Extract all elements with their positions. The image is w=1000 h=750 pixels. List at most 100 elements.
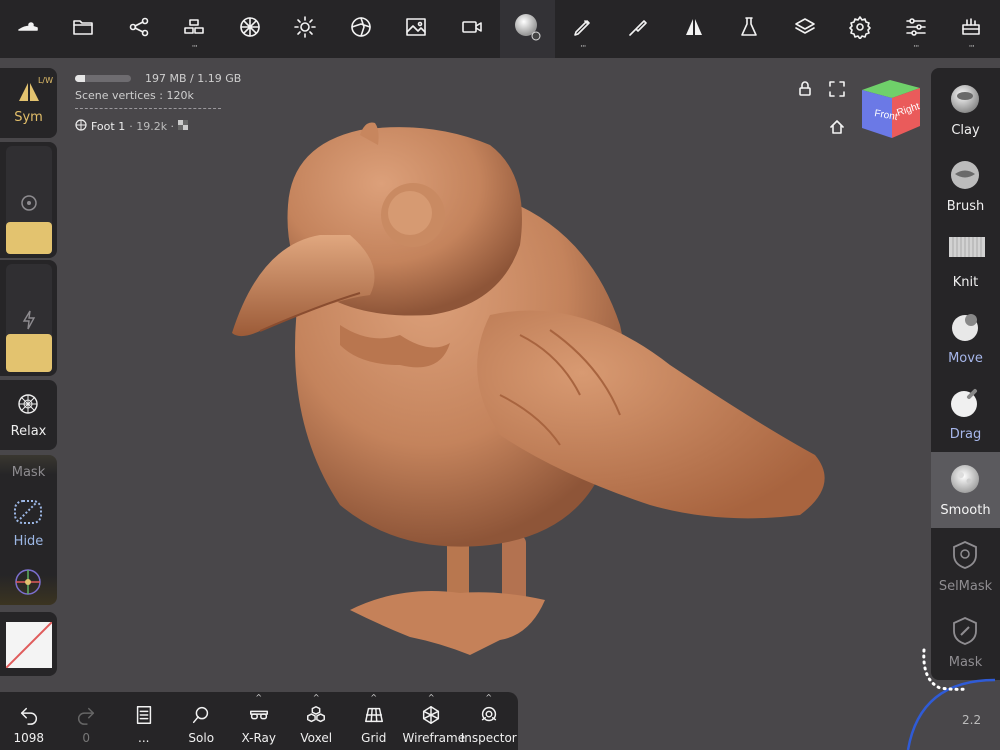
zoom-value: 2.2 <box>962 713 982 727</box>
relax-button[interactable]: Relax <box>0 380 57 450</box>
background-button[interactable] <box>389 0 445 58</box>
zoom-control[interactable] <box>900 640 1000 750</box>
mask-panel: Mask Hide <box>0 455 57 605</box>
tool-settings-icon <box>904 15 928 43</box>
lighting-button[interactable] <box>278 0 334 58</box>
inspector-button[interactable]: ^ Inspector <box>460 692 518 750</box>
layers-button[interactable] <box>777 0 833 58</box>
tool-move[interactable]: Move <box>931 300 1000 376</box>
tool-drag[interactable]: Drag <box>931 376 1000 452</box>
tool-label: Knit <box>952 275 979 290</box>
lock-icon[interactable] <box>796 80 814 98</box>
stroke-button[interactable]: ··· <box>555 0 611 58</box>
drag-sphere-icon <box>949 387 981 419</box>
tool-smooth[interactable]: Smooth <box>931 452 1000 528</box>
grid-button[interactable]: ^ Grid <box>345 692 403 750</box>
voxel-button[interactable]: ^ Voxel <box>288 692 346 750</box>
bottom-label: Voxel <box>300 731 333 745</box>
toolbox-icon <box>959 15 983 43</box>
scene-button[interactable] <box>111 0 167 58</box>
xray-icon <box>248 704 270 730</box>
expand-caret: ^ <box>312 693 320 702</box>
toolbox-button[interactable]: ··· <box>944 0 1000 58</box>
history-icon <box>133 704 155 730</box>
tool-label: Move <box>948 351 983 366</box>
camera-button[interactable] <box>444 0 500 58</box>
shading-icon <box>349 15 373 43</box>
intensity-slider[interactable] <box>6 264 52 372</box>
tool-label: Drag <box>949 427 982 442</box>
folder-icon <box>71 15 95 43</box>
sculpt-model[interactable] <box>200 115 840 665</box>
material-button[interactable] <box>722 0 778 58</box>
color-swatch-fill <box>6 622 52 668</box>
redo-count: 0 <box>82 731 91 745</box>
active-brush-icon <box>511 11 543 47</box>
hide-label[interactable]: Hide <box>0 534 57 549</box>
paint-icon <box>626 15 650 43</box>
clay-sphere-icon <box>949 83 981 115</box>
tool-clay[interactable]: Clay <box>931 72 1000 148</box>
more-dots: ··· <box>191 42 198 52</box>
bottom-label: ... <box>138 731 150 745</box>
background-image-icon <box>404 15 428 43</box>
local-world-label: L/W <box>37 76 53 85</box>
radius-icon <box>21 195 37 211</box>
expand-caret: ^ <box>255 693 263 702</box>
solo-icon <box>190 704 212 730</box>
xray-button[interactable]: ^ X-Ray <box>230 692 288 750</box>
bottom-toolbar: 1098 0 ... Solo ^ X-Ray ^ Voxel ^ Grid ^ Wirefram… <box>0 692 518 750</box>
shading-button[interactable] <box>333 0 389 58</box>
primitives-button[interactable]: ··· <box>167 0 223 58</box>
tool-settings-button[interactable]: ··· <box>888 0 944 58</box>
main-menu-button[interactable] <box>0 0 56 58</box>
more-dots: ··· <box>912 42 920 52</box>
fullscreen-icon[interactable] <box>828 80 846 98</box>
tool-label: Brush <box>946 199 985 214</box>
undo-button[interactable]: 1098 <box>0 692 58 750</box>
active-brush-button[interactable] <box>499 0 555 58</box>
tool-label: Clay <box>951 123 980 138</box>
undo-icon <box>18 704 40 730</box>
tool-label: Smooth <box>940 503 991 518</box>
redo-button[interactable]: 0 <box>58 692 116 750</box>
checker-icon <box>178 120 189 133</box>
top-toolbar: ··· ··· ··· ··· <box>0 0 1000 58</box>
tool-selmask[interactable]: SelMask <box>931 528 1000 604</box>
symmetry-button[interactable] <box>666 0 722 58</box>
topology-icon <box>238 15 262 43</box>
topology-button[interactable] <box>222 0 278 58</box>
radius-fill <box>6 222 52 254</box>
symmetry-icon <box>682 15 706 43</box>
move-sphere-icon <box>949 311 981 343</box>
tool-knit[interactable]: Knit <box>931 224 1000 300</box>
sym-label: Sym <box>14 110 43 125</box>
relax-label: Relax <box>10 424 47 439</box>
paint-button[interactable] <box>611 0 667 58</box>
radius-slider[interactable] <box>6 146 52 254</box>
history-button[interactable]: ... <box>115 692 173 750</box>
selmask-shield-icon <box>949 539 981 571</box>
primitives-icon <box>182 15 206 43</box>
expand-caret: ^ <box>485 693 493 702</box>
gizmo-icon[interactable] <box>13 567 43 597</box>
vertex-count: Scene vertices : 120k <box>75 89 194 102</box>
color-swatch[interactable] <box>0 612 57 676</box>
more-dots: ··· <box>579 42 587 52</box>
files-button[interactable] <box>56 0 112 58</box>
radius-panel <box>0 142 57 258</box>
tool-brush[interactable]: Brush <box>931 148 1000 224</box>
undo-count: 1098 <box>13 731 45 745</box>
relax-icon <box>18 394 38 414</box>
solo-button[interactable]: Solo <box>173 692 231 750</box>
settings-button[interactable] <box>833 0 889 58</box>
navigation-cube[interactable]: Front Right <box>858 78 924 140</box>
wireframe-button[interactable]: ^ Wireframe <box>403 692 466 750</box>
memory-bar <box>75 75 131 82</box>
hide-icon[interactable] <box>12 497 44 527</box>
scene-graph-icon <box>127 15 151 43</box>
smooth-sphere-icon <box>949 463 981 495</box>
symmetry-toggle[interactable]: L/W Sym <box>0 68 57 138</box>
tool-label: SelMask <box>938 579 993 594</box>
bottom-label: Inspector <box>460 731 517 745</box>
